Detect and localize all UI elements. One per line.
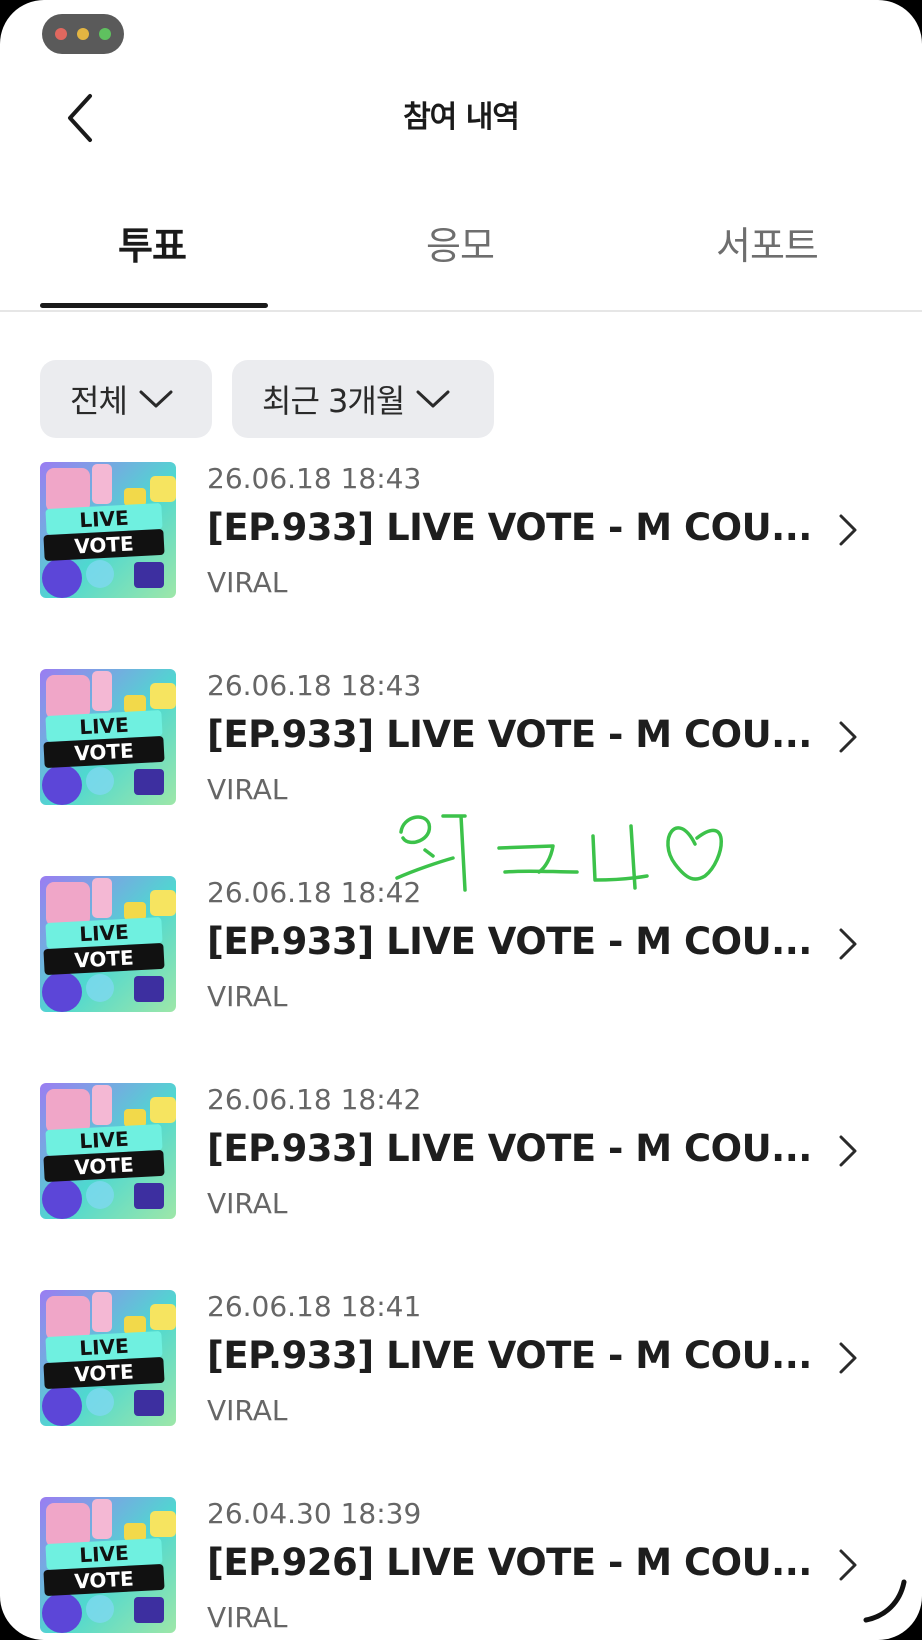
page-title: 참여 내역: [403, 100, 520, 135]
thumbnail-text-live: LIVE: [79, 1127, 130, 1154]
thumbnail-text-live: LIVE: [79, 1334, 130, 1361]
item-category: VIRAL: [207, 1394, 288, 1427]
period-filter-dropdown[interactable]: 최근 3개월: [232, 360, 494, 438]
list-item[interactable]: LIVE VOTE 26.06.18 18:43 [EP.933] LIVE V…: [0, 462, 922, 622]
close-dot[interactable]: [55, 28, 67, 40]
item-date: 26.04.30 18:39: [207, 1497, 422, 1530]
item-date: 26.06.18 18:43: [207, 462, 422, 495]
type-filter-dropdown[interactable]: 전체: [40, 360, 212, 438]
item-category: VIRAL: [207, 566, 288, 599]
item-title: [EP.933] LIVE VOTE - M COU...: [207, 713, 812, 756]
item-title: [EP.933] LIVE VOTE - M COU...: [207, 506, 812, 549]
tab-support[interactable]: 서포트: [716, 215, 819, 270]
thumbnail-text-live: LIVE: [79, 713, 130, 740]
item-title: [EP.933] LIVE VOTE - M COU...: [207, 1127, 812, 1170]
chevron-down-icon: [139, 390, 173, 408]
list-item[interactable]: LIVE VOTE 26.04.30 18:39 [EP.926] LIVE V…: [0, 1497, 922, 1640]
event-thumbnail: LIVE VOTE: [40, 1083, 176, 1219]
item-category: VIRAL: [207, 980, 288, 1013]
item-title: [EP.926] LIVE VOTE - M COU...: [207, 1541, 812, 1584]
tab-vote[interactable]: 투표: [118, 215, 187, 270]
thumbnail-text-live: LIVE: [79, 1541, 130, 1568]
type-filter-label: 전체: [70, 382, 128, 420]
scribble-mark: [863, 1579, 907, 1623]
thumbnail-text-vote: VOTE: [74, 531, 135, 558]
chevron-right-icon: [839, 1549, 857, 1581]
maximize-dot[interactable]: [99, 28, 111, 40]
minimize-dot[interactable]: [77, 28, 89, 40]
item-date: 26.06.18 18:41: [207, 1290, 422, 1323]
list-item[interactable]: LIVE VOTE 26.06.18 18:42 [EP.933] LIVE V…: [0, 1083, 922, 1243]
list-item[interactable]: LIVE VOTE 26.06.18 18:43 [EP.933] LIVE V…: [0, 669, 922, 829]
handwritten-scribble: [395, 814, 723, 892]
thumbnail-text-live: LIVE: [79, 920, 130, 947]
thumbnail-text-vote: VOTE: [74, 1152, 135, 1179]
chevron-right-icon: [839, 1135, 857, 1167]
window-controls[interactable]: [42, 14, 124, 54]
item-category: VIRAL: [207, 773, 288, 806]
thumbnail-text-live: LIVE: [79, 506, 130, 533]
chevron-right-icon: [839, 1342, 857, 1374]
tab-bar: 투표 응모 서포트: [0, 195, 922, 312]
event-thumbnail: LIVE VOTE: [40, 669, 176, 805]
item-category: VIRAL: [207, 1601, 288, 1634]
item-date: 26.06.18 18:43: [207, 669, 422, 702]
event-thumbnail: LIVE VOTE: [40, 876, 176, 1012]
event-thumbnail: LIVE VOTE: [40, 1290, 176, 1426]
thumbnail-text-vote: VOTE: [74, 1359, 135, 1386]
item-date: 26.06.18 18:42: [207, 876, 422, 909]
thumbnail-text-vote: VOTE: [74, 738, 135, 765]
item-date: 26.06.18 18:42: [207, 1083, 422, 1116]
thumbnail-text-vote: VOTE: [74, 945, 135, 972]
chevron-down-icon: [416, 390, 450, 408]
thumbnail-text-vote: VOTE: [74, 1566, 135, 1593]
tab-entry[interactable]: 응모: [426, 215, 495, 270]
active-tab-indicator: [40, 303, 268, 308]
event-thumbnail: LIVE VOTE: [40, 462, 176, 598]
app-screen: 참여 내역 투표 응모 서포트 전체 최근 3개월 LIVE VOTE 26.0…: [0, 0, 922, 1640]
item-category: VIRAL: [207, 1187, 288, 1220]
chevron-right-icon: [839, 928, 857, 960]
chevron-right-icon: [839, 721, 857, 753]
item-title: [EP.933] LIVE VOTE - M COU...: [207, 1334, 812, 1377]
event-thumbnail: LIVE VOTE: [40, 1497, 176, 1633]
chevron-right-icon: [839, 514, 857, 546]
period-filter-label: 최근 3개월: [262, 382, 405, 420]
list-item[interactable]: LIVE VOTE 26.06.18 18:41 [EP.933] LIVE V…: [0, 1290, 922, 1450]
